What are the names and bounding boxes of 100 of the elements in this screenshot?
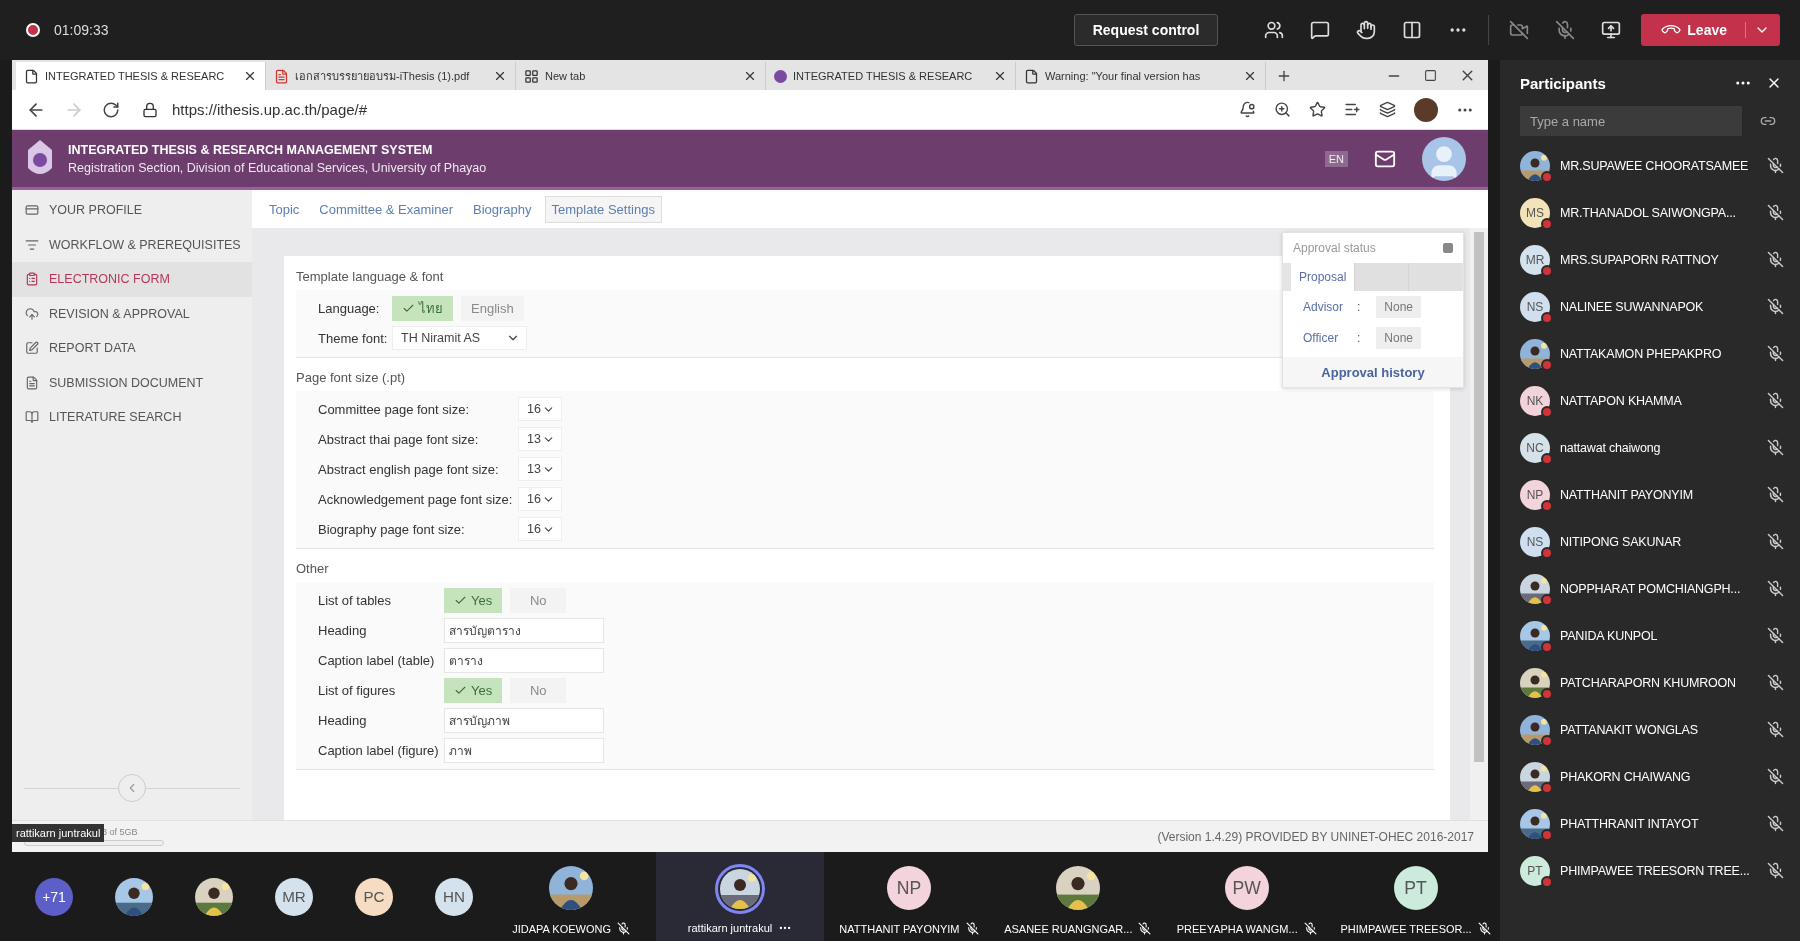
participant-row[interactable]: MR MRS.SUPAPORN RATTNOY xyxy=(1520,236,1800,283)
scrollbar[interactable] xyxy=(1470,228,1488,820)
request-control-button[interactable]: Request control xyxy=(1073,14,1219,46)
restore-icon[interactable] xyxy=(1424,69,1437,82)
browser-tab[interactable]: INTEGRATED THESIS & RESEARC xyxy=(16,62,266,90)
language-button[interactable]: EN xyxy=(1324,150,1348,167)
field-label: Acknowledgement page font size: xyxy=(318,491,510,507)
avatar: MR xyxy=(275,877,313,916)
participant-row[interactable]: NS NALINEE SUWANNAPOK xyxy=(1520,283,1800,330)
zoom-icon[interactable] xyxy=(1274,101,1291,118)
input-field[interactable]: สารบัญตาราง xyxy=(444,617,604,643)
participant-row[interactable]: NP NATTHANIT PAYONYIM xyxy=(1520,471,1800,518)
participant-row[interactable]: NATTAKAMON PHEPAKPRO xyxy=(1520,330,1800,377)
nav-tab[interactable]: Biography xyxy=(466,195,539,223)
field-label: Language: xyxy=(318,300,381,316)
site-subtitle: Registration Section, Division of Educational Services, University of Phayao xyxy=(68,160,487,175)
address-field[interactable]: https://ithesis.up.ac.th/page/# xyxy=(138,94,1221,125)
avatar: NS xyxy=(1520,526,1550,557)
edit-icon xyxy=(25,341,39,356)
participant-row[interactable]: MR.SUPAWEE CHOORATSAMEE xyxy=(1520,142,1800,189)
avatar: PT xyxy=(1520,855,1550,886)
status-value: None xyxy=(1376,295,1422,318)
leave-button[interactable]: Leave xyxy=(1641,14,1780,46)
close-icon[interactable] xyxy=(493,69,507,83)
participant-name: NITIPONG SAKUNAR xyxy=(1560,534,1683,549)
participant-row[interactable]: PANIDA KUNPOL xyxy=(1520,612,1800,659)
status-tab[interactable]: Proposal xyxy=(1291,263,1355,291)
new-tab-icon[interactable] xyxy=(1276,68,1292,84)
avatar: PC xyxy=(355,877,393,916)
video-tile[interactable]: ASANEE RUANGNGAR... xyxy=(993,852,1163,941)
close-icon[interactable] xyxy=(243,69,257,83)
participant-row[interactable]: PT PHIMPAWEE TREESORN TREE... xyxy=(1520,847,1800,894)
user-avatar[interactable] xyxy=(1422,136,1466,181)
participant-name: nattawat chaiwong xyxy=(1560,440,1662,455)
size-select[interactable]: 16 xyxy=(518,517,562,541)
close-icon[interactable] xyxy=(993,69,1007,83)
input-field[interactable]: ตาราง xyxy=(444,647,604,673)
sidebar-item[interactable]: WORKFLOW & PREREQUISITES xyxy=(12,227,252,262)
sidebar-item[interactable]: YOUR PROFILE xyxy=(12,193,252,228)
sidebar-item[interactable]: REVISION & APPROVAL xyxy=(12,296,252,331)
size-select[interactable]: 13 xyxy=(518,457,562,481)
participant-name: PHIMPAWEE TREESORN TREE... xyxy=(1560,863,1751,878)
more-participants-badge[interactable]: +71 xyxy=(35,877,73,916)
participant-name: NATTHANIT PAYONYIM xyxy=(1560,487,1694,502)
video-tile[interactable]: PT PHIMPAWEE TREESOR... xyxy=(1331,852,1501,941)
field-label: Caption label (figure) xyxy=(318,742,436,758)
participant-name: MR.SUPAWEE CHOORATSAMEE xyxy=(1560,158,1750,173)
video-tile[interactable]: JIDAPA KOEWONG xyxy=(486,852,656,941)
sidebar-item[interactable]: REPORT DATA xyxy=(12,331,252,366)
name-tooltip: rattikarn juntrakul xyxy=(12,824,105,842)
video-tile[interactable]: rattikarn juntrakul xyxy=(655,852,825,941)
input-field[interactable]: ภาพ xyxy=(444,737,604,763)
nav-tab[interactable]: Committee & Examiner xyxy=(312,195,460,223)
sidebar-item[interactable]: SUBMISSION DOCUMENT xyxy=(12,365,252,400)
participant-row[interactable]: PHAKORN CHAIWANG xyxy=(1520,753,1800,800)
field-label: Biography page font size: xyxy=(318,521,466,537)
font-select[interactable]: TH Niramit AS xyxy=(392,326,527,350)
participant-row[interactable]: NS NITIPONG SAKUNAR xyxy=(1520,518,1800,565)
logo-icon xyxy=(774,69,787,83)
participant-row[interactable]: PATCHARAPORN KHUMROON xyxy=(1520,659,1800,706)
nav-tab[interactable]: Template Settings xyxy=(544,195,662,223)
input-field[interactable]: สารบัญภาพ xyxy=(444,707,604,733)
participant-row[interactable]: PHATTHRANIT INTAYOT xyxy=(1520,800,1800,847)
video-tile[interactable]: NP NATTHANIT PAYONYIM xyxy=(824,852,994,941)
search-field[interactable]: Type a name xyxy=(1520,106,1742,136)
close-icon[interactable] xyxy=(1243,69,1257,83)
book-icon xyxy=(25,410,39,425)
profile-avatar[interactable] xyxy=(1414,97,1438,122)
sidebar-item[interactable]: LITERATURE SEARCH xyxy=(12,400,252,435)
participant-row[interactable]: NK NATTAPON KHAMMA xyxy=(1520,377,1800,424)
size-select[interactable]: 16 xyxy=(518,397,562,421)
toggle-option[interactable]: Yes xyxy=(444,677,503,703)
participant-row[interactable]: NOPPHARAT POMCHIANGPH... xyxy=(1520,565,1800,612)
sort-icon xyxy=(25,237,39,252)
favorites-icon[interactable] xyxy=(1344,101,1361,118)
nav-tab[interactable]: Topic xyxy=(262,195,307,223)
version-text: (Version 1.4.29) PROVIDED BY UNINET-OHEC 2016-2017 xyxy=(1157,829,1474,844)
avatar: NP xyxy=(1520,479,1550,510)
size-select[interactable]: 16 xyxy=(518,487,562,511)
avatar: PW xyxy=(1224,866,1269,910)
toggle-option[interactable]: Yes xyxy=(444,587,503,613)
participant-row[interactable]: MS MR.THANADOL SAIWONGPA... xyxy=(1520,189,1800,236)
star-icon[interactable] xyxy=(1309,101,1326,118)
bell-icon[interactable] xyxy=(1239,101,1256,118)
card-icon xyxy=(25,203,39,218)
approval-history-link[interactable]: Approval history xyxy=(1283,357,1463,387)
toggle-option[interactable]: ไทย xyxy=(392,295,453,321)
participant-name: ASANEE RUANGNGAR... xyxy=(1004,922,1133,935)
close-icon[interactable] xyxy=(743,69,757,83)
page-icon xyxy=(1024,68,1039,84)
section-title: Other xyxy=(296,561,329,576)
sidebar-item[interactable]: ELECTRONIC FORM xyxy=(12,262,252,297)
size-select[interactable]: 13 xyxy=(518,427,562,451)
status-value: None xyxy=(1376,326,1422,349)
participant-row[interactable]: PATTANAKIT WONGLAS xyxy=(1520,706,1800,753)
participant-row[interactable]: NC nattawat chaiwong xyxy=(1520,424,1800,471)
video-tile[interactable]: PW PREEYAPHA WANGM... xyxy=(1162,852,1332,941)
reload-icon[interactable] xyxy=(102,100,120,119)
lock-icon xyxy=(142,101,158,118)
collections-icon[interactable] xyxy=(1379,101,1396,118)
